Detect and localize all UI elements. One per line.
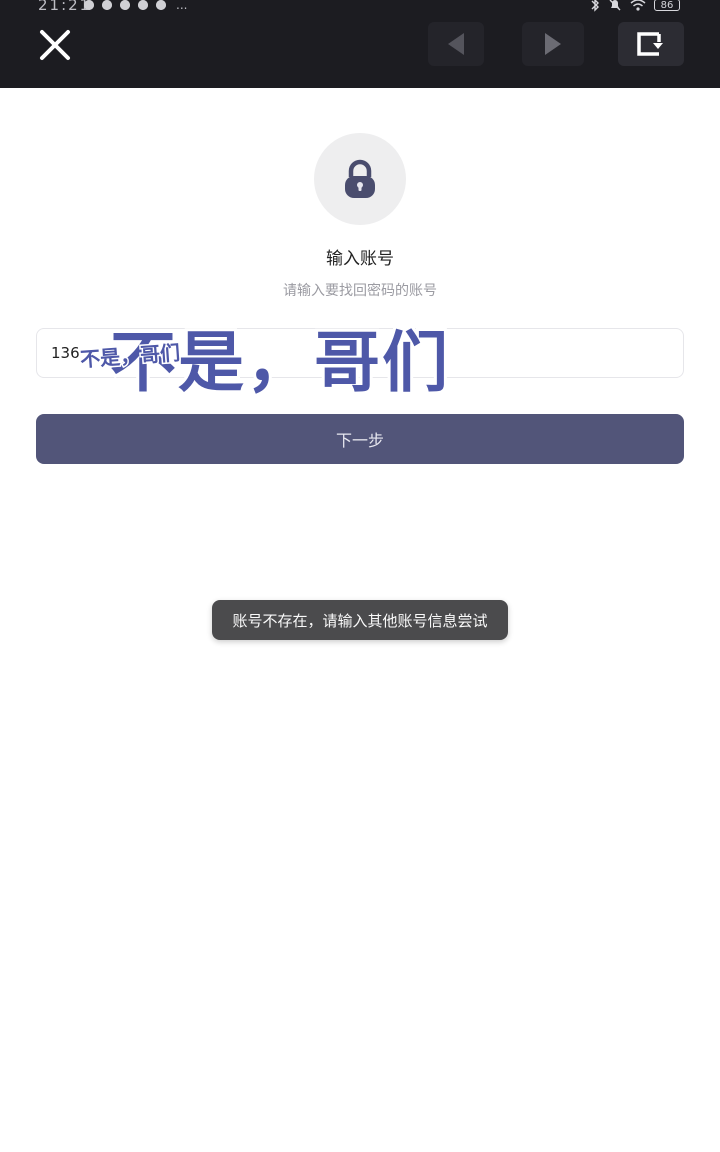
status-notification-icons: ... xyxy=(84,0,188,12)
exit-window-button[interactable] xyxy=(618,22,684,66)
lock-icon xyxy=(345,159,375,198)
notification-icon xyxy=(102,0,112,10)
notification-icon xyxy=(138,0,148,10)
battery-level: 86 xyxy=(660,0,674,11)
status-more: ... xyxy=(176,0,188,12)
close-icon xyxy=(40,30,70,60)
mute-bell-icon xyxy=(609,0,621,11)
notification-icon xyxy=(84,0,94,10)
toast-message: 账号不存在，请输入其他账号信息尝试 xyxy=(212,600,508,640)
back-button[interactable] xyxy=(428,22,484,66)
exit-window-icon xyxy=(637,32,663,56)
status-right: 86 xyxy=(590,0,680,12)
forward-button[interactable] xyxy=(522,22,584,66)
wifi-icon xyxy=(630,0,646,11)
close-button[interactable] xyxy=(38,28,72,62)
triangle-left-icon xyxy=(448,33,464,55)
top-bar: 21:21 ... 86 xyxy=(0,0,720,88)
next-step-button[interactable]: 下一步 xyxy=(36,414,684,464)
lock-badge xyxy=(314,133,406,225)
notification-icon xyxy=(156,0,166,10)
page-subtitle: 请输入要找回密码的账号 xyxy=(283,283,437,299)
triangle-right-icon xyxy=(545,33,561,55)
battery-icon: 86 xyxy=(654,0,680,11)
account-input-value: 136 xyxy=(51,344,80,362)
bluetooth-icon xyxy=(591,0,599,12)
page-title: 输入账号 xyxy=(326,249,394,269)
notification-icon xyxy=(120,0,130,10)
